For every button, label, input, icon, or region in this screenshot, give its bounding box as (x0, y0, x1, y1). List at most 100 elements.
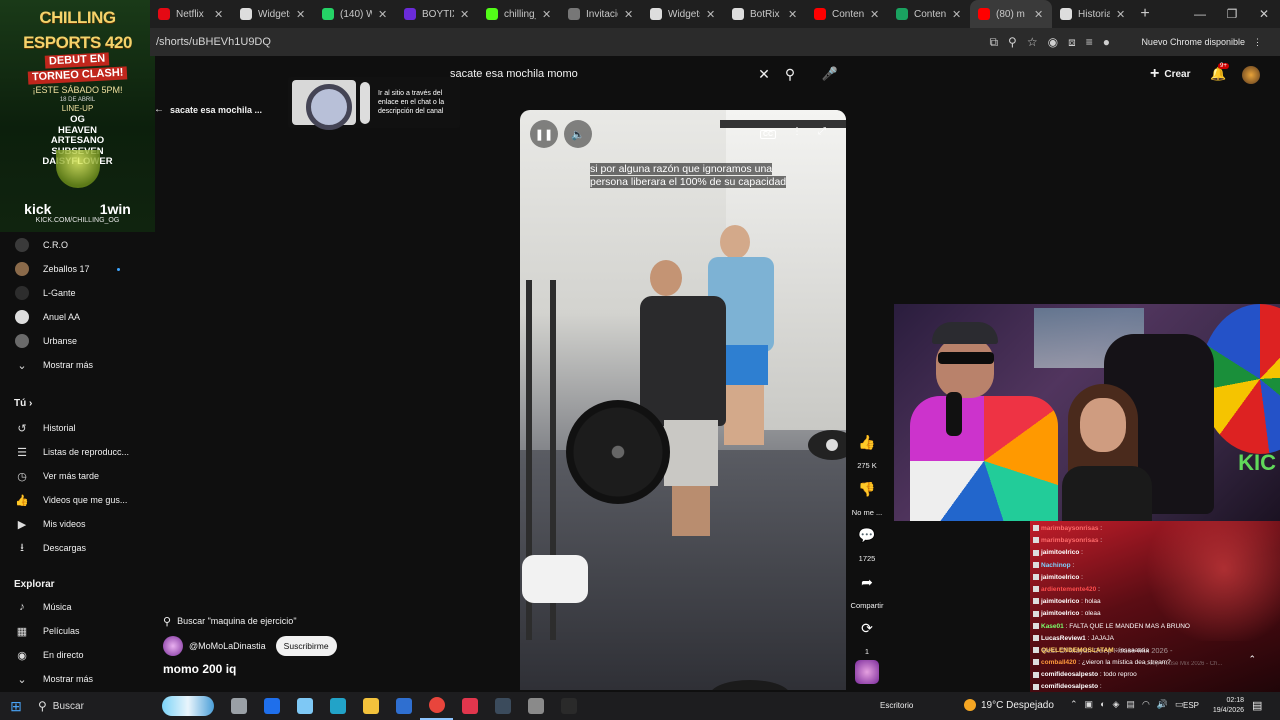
sidebar-item[interactable]: ⭳ Descargas (0, 537, 140, 559)
profile-icon[interactable]: ● (1103, 35, 1110, 49)
sidebar-subscription[interactable]: L-Gante (0, 282, 140, 304)
tab-close-icon[interactable]: ✕ (624, 8, 634, 21)
search-highlight-image[interactable] (162, 696, 214, 716)
taskbar-app-outlook[interactable] (387, 692, 420, 720)
tab-close-icon[interactable]: ✕ (952, 8, 962, 21)
extension-icon[interactable]: ◉ (1048, 35, 1058, 49)
tab-close-icon[interactable]: ✕ (1116, 8, 1126, 21)
sidebar-item[interactable]: ▶ Mis videos (0, 513, 140, 535)
share-action[interactable]: ➦ Compartir (850, 567, 884, 611)
browser-tab[interactable]: BOYTIX - ✕ (396, 0, 478, 28)
short-video-player[interactable]: ❚❚ 🔈 CC ⋮ ⤢ si por alguna razón que igno… (520, 110, 846, 690)
browser-tab[interactable]: (140) Wh... ✕ (314, 0, 396, 28)
tab-close-icon[interactable]: ✕ (296, 8, 306, 21)
volume-button[interactable]: 🔈 (564, 120, 592, 148)
restore-icon[interactable]: ❐ (1216, 0, 1248, 28)
account-avatar[interactable] (1242, 66, 1260, 84)
windows-start-icon[interactable]: ⊞ (0, 698, 32, 715)
browser-tab[interactable]: Contenid ✕ (888, 0, 970, 28)
search-input[interactable]: sacate esa mochila momo (450, 68, 752, 80)
tray-chevron-icon[interactable]: ⌃ (1070, 699, 1078, 710)
sidebar-subscription[interactable]: Zeballos 17 (0, 258, 140, 280)
browser-tab[interactable]: Widgets | ✕ (232, 0, 314, 28)
dislike-action[interactable]: 👎 No me ... (850, 474, 884, 518)
taskbar-app-obs-red[interactable] (453, 692, 486, 720)
desktop-label[interactable]: Escritorio (880, 701, 913, 710)
sidebar-subscription[interactable]: Anuel AA (0, 306, 140, 328)
more-menu-icon[interactable]: ⋮ (1253, 37, 1262, 48)
minimize-icon[interactable]: — (1184, 0, 1216, 28)
pause-button[interactable]: ❚❚ (530, 120, 558, 148)
tab-close-icon[interactable]: ✕ (706, 8, 716, 21)
search-icon[interactable]: ⚲ (778, 62, 802, 86)
browser-tab[interactable]: (80) m ✕ (970, 0, 1052, 28)
remix-action[interactable]: ⟳ 1 (850, 613, 884, 657)
channel-name[interactable]: @MoMoLaDinastia (189, 641, 266, 651)
tray-app-icon[interactable]: ◈ (1113, 699, 1120, 710)
taskbar-app-edge[interactable] (321, 692, 354, 720)
comment-icon[interactable]: 💬 (852, 520, 882, 550)
taskbar-app-store[interactable] (255, 692, 288, 720)
sidebar-item[interactable]: 👍 Videos que me gus... (0, 489, 140, 511)
tray-app-icon[interactable]: ▣ (1085, 699, 1094, 710)
cast-icon[interactable]: ⧉ (989, 35, 998, 50)
tab-close-icon[interactable]: ✕ (870, 8, 880, 21)
channel-avatar[interactable] (163, 636, 183, 656)
browser-tab[interactable]: chilling_o ✕ (478, 0, 560, 28)
tab-close-icon[interactable]: ✕ (378, 8, 388, 21)
browser-tab[interactable]: Netflix ✕ (150, 0, 232, 28)
mic-icon[interactable]: 🎤 (818, 62, 842, 86)
new-tab-button[interactable]: + (1134, 5, 1156, 23)
sidebar-subscription[interactable]: Urbanse (0, 330, 140, 352)
volume-icon[interactable]: 🔊 (1157, 699, 1168, 710)
language-indicator[interactable]: ESP (1183, 701, 1199, 710)
tray-app-icon[interactable]: ▤ (1126, 699, 1135, 710)
more-options-icon[interactable]: ⋮ (792, 126, 802, 137)
taskbar-search[interactable]: ⚲ Buscar (32, 699, 162, 713)
subscribe-button[interactable]: Suscribirme (275, 636, 337, 656)
taskbar-app-tool[interactable] (519, 692, 552, 720)
remix-icon[interactable]: ⟳ (852, 613, 882, 643)
sidebar-item[interactable]: ♪ Música (0, 596, 140, 618)
sidebar-item[interactable]: ⌄ Mostrar más (0, 668, 140, 690)
sidebar-item[interactable]: ▦ Películas (0, 620, 140, 642)
taskbar-app-obs[interactable] (552, 692, 585, 720)
bookmark-star-icon[interactable]: ☆ (1027, 35, 1038, 49)
sidebar-subscription[interactable]: C.R.O (0, 234, 140, 256)
tab-close-icon[interactable]: ✕ (214, 8, 224, 21)
taskbar-app-chrome[interactable] (420, 692, 453, 720)
url-field[interactable]: /shorts/uBHEVh1U9DQ (156, 36, 271, 48)
tab-close-icon[interactable]: ✕ (542, 8, 552, 21)
notifications-button[interactable]: 🔔 9+ (1210, 63, 1229, 82)
taskbar-app-streamlabs[interactable] (486, 692, 519, 720)
media-icon[interactable]: ≡ (1086, 35, 1093, 49)
close-window-icon[interactable]: ✕ (1248, 0, 1280, 28)
taskbar-app-task-view[interactable] (222, 692, 255, 720)
chevron-up-icon[interactable]: ⌃ (1248, 654, 1256, 665)
thumbs-down-icon[interactable]: 👎 (852, 474, 882, 504)
ad-overlay[interactable]: Ir al sitio a través del enlace en el ch… (288, 77, 460, 130)
like-action[interactable]: 👍 275 K (850, 427, 884, 471)
create-button[interactable]: + Crear (1150, 64, 1190, 84)
sidebar-you-heading[interactable]: Tú › (14, 398, 32, 409)
clock[interactable]: 02:18 19/4/2026 (1204, 696, 1244, 716)
tab-close-icon[interactable]: ✕ (460, 8, 470, 21)
browser-tab[interactable]: Invitación ✕ (560, 0, 642, 28)
sidebar-show-more[interactable]: ⌄ Mostrar más (0, 354, 140, 376)
browser-tab[interactable]: Historial ✕ (1052, 0, 1134, 28)
taskbar-app-explorer[interactable] (354, 692, 387, 720)
search-box[interactable]: sacate esa mochila momo ✕ (450, 62, 776, 86)
sound-thumbnail[interactable] (855, 660, 879, 684)
notification-center-icon[interactable]: ▤ (1252, 699, 1262, 712)
sidebar-item[interactable]: ↺ Historial (0, 417, 140, 439)
comments-action[interactable]: 💬 1725 (850, 520, 884, 564)
zoom-icon[interactable]: ⚲ (1008, 35, 1017, 49)
search-suggestion-chip[interactable]: ⚲ Buscar "maquina de ejercicio" (163, 611, 297, 631)
fullscreen-icon[interactable]: ⤢ (818, 126, 826, 137)
back-button[interactable]: ← sacate esa mochila ... (154, 104, 262, 115)
sidebar-item[interactable]: ◷ Ver más tarde (0, 465, 140, 487)
clear-search-icon[interactable]: ✕ (752, 66, 776, 83)
puzzle-icon[interactable]: ⧈ (1068, 35, 1076, 50)
tab-close-icon[interactable]: ✕ (788, 8, 798, 21)
tab-close-icon[interactable]: ✕ (1034, 8, 1044, 21)
